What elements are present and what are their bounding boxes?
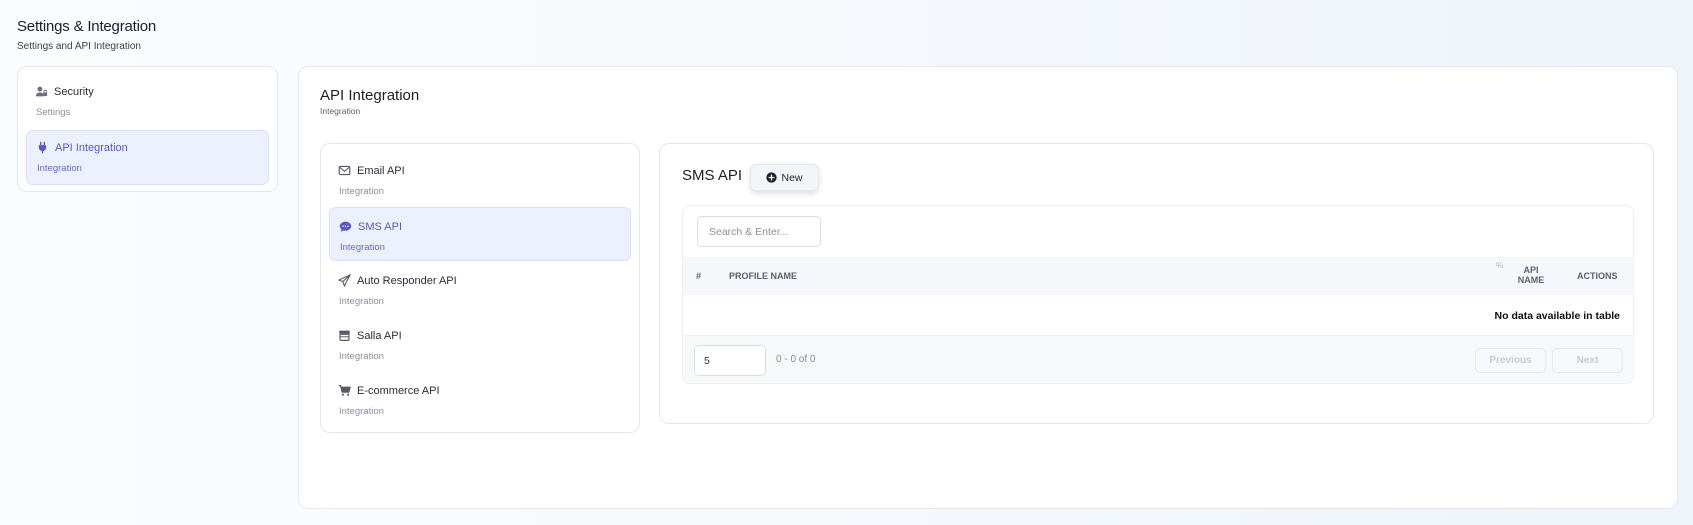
api-item-email[interactable]: Email API Integration — [329, 152, 631, 206]
search-input[interactable] — [697, 216, 821, 247]
sidebar-item-sub: Settings — [36, 107, 71, 118]
column-header-profile-name[interactable]: PROFILE NAME — [729, 271, 797, 281]
paper-plane-icon — [338, 274, 351, 287]
previous-button[interactable]: Previous — [1475, 348, 1546, 373]
api-item-label: SMS API — [358, 220, 403, 233]
settings-menu: Security Settings API Integration Integr… — [17, 66, 278, 192]
store-icon — [338, 329, 351, 342]
sidebar-item-security[interactable]: Security Settings — [26, 75, 269, 130]
envelope-icon — [338, 164, 351, 177]
cart-icon — [338, 384, 351, 397]
page-size-input[interactable] — [694, 345, 766, 376]
sort-indicator[interactable]: % — [1496, 261, 1503, 270]
api-item-sub: Integration — [340, 242, 385, 253]
api-item-sub: Integration — [339, 296, 384, 307]
api-integration-panel: API Integration Integration Email API In… — [298, 66, 1678, 509]
api-item-auto-responder[interactable]: Auto Responder API Integration — [329, 262, 631, 316]
sms-icon — [339, 220, 352, 233]
column-header-actions: ACTIONS — [1577, 271, 1618, 281]
table-footer: 0 - 0 of 0 Previous Next — [683, 335, 1633, 383]
column-header-api-name[interactable]: API NAME — [1511, 265, 1551, 285]
column-header-hash: # — [696, 271, 702, 281]
empty-table-message: No data available in table — [1494, 310, 1620, 322]
sms-api-title: SMS API — [682, 167, 743, 184]
sidebar-item-label: Security — [54, 85, 94, 98]
pagination-range: 0 - 0 of 0 — [776, 354, 816, 365]
sidebar-item-label: API Integration — [55, 141, 128, 154]
api-item-sub: Integration — [339, 186, 384, 197]
section-subtitle: Integration — [320, 106, 361, 116]
plug-icon — [36, 141, 49, 154]
new-button-label: New — [781, 171, 803, 184]
sidebar-item-sub: Integration — [37, 163, 82, 174]
profiles-table: # PROFILE NAME % API NAME ACTIONS No dat… — [682, 205, 1634, 384]
api-item-sms[interactable]: SMS API Integration — [329, 207, 631, 261]
next-button[interactable]: Next — [1552, 348, 1623, 373]
page-subtitle: Settings and API Integration — [17, 41, 141, 52]
api-item-sub: Integration — [339, 406, 384, 417]
table-header: # PROFILE NAME % API NAME ACTIONS — [683, 257, 1633, 295]
api-item-label: Salla API — [357, 329, 402, 342]
api-item-label: Email API — [357, 164, 405, 177]
page-title: Settings & Integration — [17, 18, 157, 35]
api-list: Email API Integration SMS API Integratio… — [320, 143, 640, 433]
api-item-ecommerce[interactable]: E-commerce API Integration — [329, 372, 631, 426]
new-button[interactable]: New — [750, 164, 819, 191]
sidebar-item-api-integration[interactable]: API Integration Integration — [26, 130, 269, 185]
section-title: API Integration — [320, 87, 420, 104]
api-item-label: E-commerce API — [357, 384, 440, 397]
api-item-sub: Integration — [339, 351, 384, 362]
plus-circle-icon — [766, 172, 778, 183]
user-lock-icon — [35, 85, 48, 98]
api-item-label: Auto Responder API — [357, 274, 457, 287]
api-item-salla[interactable]: Salla API Integration — [329, 317, 631, 371]
sms-api-panel: SMS API New # PROFILE NAME % API NAME AC… — [659, 143, 1654, 424]
